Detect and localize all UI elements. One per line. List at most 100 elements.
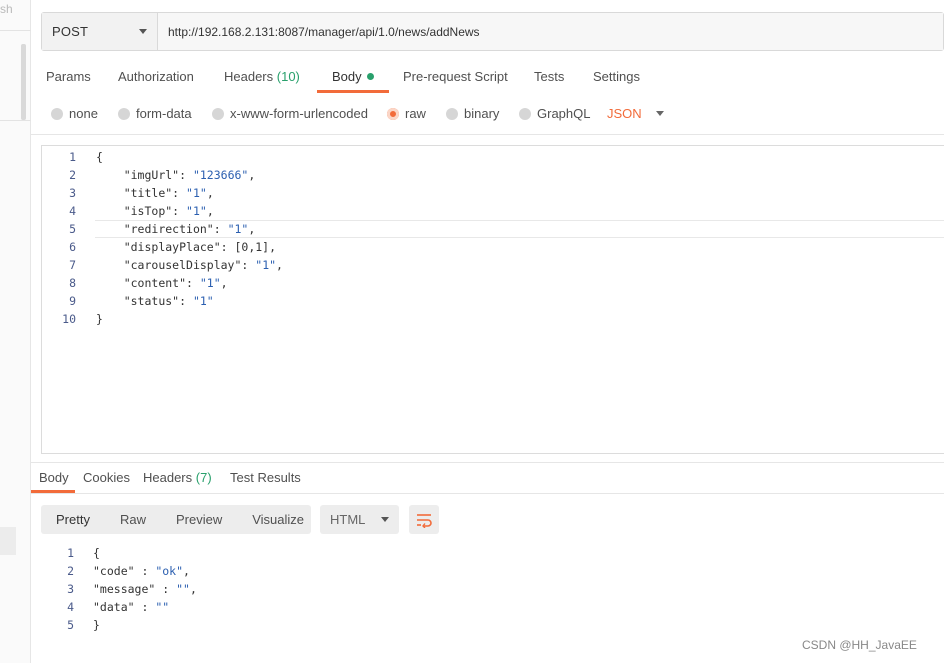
tab-authorization-label: Authorization bbox=[118, 69, 194, 84]
code-text: "code" : "ok", bbox=[93, 564, 190, 578]
radio-form-data-label: form-data bbox=[136, 106, 192, 121]
divider bbox=[31, 493, 944, 494]
sidebar-selected-item[interactable] bbox=[0, 527, 16, 555]
line-number: 2 bbox=[69, 168, 76, 182]
response-format-label: HTML bbox=[330, 512, 366, 527]
body-format-select[interactable]: JSON bbox=[607, 106, 664, 121]
code-line: 5 "redirection": "1", bbox=[42, 220, 944, 238]
tab-body[interactable]: Body bbox=[332, 69, 374, 84]
radio-raw[interactable]: raw bbox=[387, 106, 426, 121]
code-line: 1{ bbox=[42, 148, 944, 166]
body-format-label: JSON bbox=[607, 106, 642, 121]
response-body-viewer[interactable]: 1{ 2 "code" : "ok", 3 "message" : "", 4 "data"… bbox=[31, 544, 944, 639]
radio-none-label: none bbox=[69, 106, 98, 121]
code-text: "redirection": "1", bbox=[123, 222, 256, 236]
code-line: 3 "message" : "", bbox=[31, 580, 944, 598]
request-tabs: Params Authorization Headers (10) Body P… bbox=[31, 62, 944, 94]
radio-binary[interactable]: binary bbox=[446, 106, 499, 121]
sidebar-divider bbox=[0, 120, 31, 121]
response-view-modes: Pretty Raw Preview Visualize bbox=[41, 505, 311, 534]
resp-tab-cookies-label: Cookies bbox=[83, 470, 130, 485]
resp-tab-cookies[interactable]: Cookies bbox=[83, 470, 130, 485]
line-number: 5 bbox=[69, 222, 76, 236]
radio-icon bbox=[212, 107, 224, 120]
body-type-options: none form-data x-www-form-urlencoded raw… bbox=[31, 104, 944, 126]
resp-tab-headers-count: (7) bbox=[195, 470, 212, 485]
view-preview-button[interactable]: Preview bbox=[161, 512, 237, 527]
wrap-lines-button[interactable] bbox=[409, 505, 439, 534]
line-number: 2 bbox=[67, 564, 74, 578]
response-format-select[interactable]: HTML bbox=[320, 505, 399, 534]
line-number: 8 bbox=[69, 276, 76, 290]
tab-params[interactable]: Params bbox=[46, 69, 91, 84]
active-tab-underline bbox=[317, 90, 389, 93]
resp-tab-test-results[interactable]: Test Results bbox=[230, 470, 301, 485]
code-line: 5} bbox=[31, 616, 944, 634]
response-tabs: Body Cookies Headers (7) Test Results bbox=[31, 468, 944, 494]
chevron-down-icon bbox=[139, 29, 147, 34]
code-text: "title": "1", bbox=[123, 186, 214, 200]
code-text: "displayPlace": [0,1], bbox=[123, 240, 277, 254]
divider bbox=[31, 462, 944, 463]
code-line: 2 "code" : "ok", bbox=[31, 562, 944, 580]
code-line: 8 "content": "1", bbox=[42, 274, 944, 292]
code-line: 4 "data" : "" bbox=[31, 598, 944, 616]
tab-authorization[interactable]: Authorization bbox=[118, 69, 194, 84]
code-text: { bbox=[93, 546, 100, 560]
request-body-editor[interactable]: 1{2 "imgUrl": "123666", 3 "title": "1", 4 … bbox=[41, 145, 944, 454]
radio-icon bbox=[519, 107, 531, 120]
resp-tab-headers[interactable]: Headers (7) bbox=[143, 470, 212, 485]
code-text: "content": "1", bbox=[123, 276, 228, 290]
divider bbox=[31, 134, 944, 135]
line-number: 7 bbox=[69, 258, 76, 272]
tab-params-label: Params bbox=[46, 69, 91, 84]
sidebar-divider bbox=[0, 30, 31, 31]
tab-body-label: Body bbox=[332, 69, 362, 84]
radio-icon bbox=[51, 107, 63, 120]
left-sidebar: sh bbox=[0, 0, 31, 663]
radio-form-data[interactable]: form-data bbox=[118, 106, 192, 121]
line-number: 3 bbox=[69, 186, 76, 200]
wrap-lines-icon bbox=[417, 513, 432, 528]
code-text: "data" : "" bbox=[93, 600, 170, 614]
resp-tab-test-results-label: Test Results bbox=[230, 470, 301, 485]
radio-graphql[interactable]: GraphQL bbox=[519, 106, 590, 121]
line-number: 1 bbox=[69, 150, 76, 164]
tab-headers-label: Headers bbox=[224, 69, 274, 84]
radio-urlencoded-label: x-www-form-urlencoded bbox=[230, 106, 368, 121]
view-pretty-button[interactable]: Pretty bbox=[41, 512, 105, 527]
sidebar-scrollbar[interactable] bbox=[21, 44, 26, 120]
code-line: 3 "title": "1", bbox=[42, 184, 944, 202]
tab-prerequest-label: Pre-request Script bbox=[403, 69, 508, 84]
view-visualize-button[interactable]: Visualize bbox=[237, 512, 319, 527]
code-line: 1{ bbox=[31, 544, 944, 562]
tab-prerequest-script[interactable]: Pre-request Script bbox=[403, 69, 508, 84]
code-text: "carouselDisplay": "1", bbox=[123, 258, 283, 272]
method-label: POST bbox=[52, 24, 89, 39]
tab-tests[interactable]: Tests bbox=[534, 69, 564, 84]
tab-tests-label: Tests bbox=[534, 69, 565, 84]
code-line: 9 "status": "1" bbox=[42, 292, 944, 310]
watermark: CSDN @HH_JavaEE bbox=[802, 638, 917, 652]
line-number: 5 bbox=[67, 618, 74, 632]
code-text: } bbox=[93, 618, 100, 632]
line-number: 10 bbox=[62, 312, 76, 326]
line-number: 9 bbox=[69, 294, 76, 308]
tab-headers-count: (10) bbox=[276, 69, 300, 84]
code-text: "imgUrl": "123666", bbox=[123, 168, 256, 182]
radio-graphql-label: GraphQL bbox=[537, 106, 591, 121]
resp-tab-body[interactable]: Body bbox=[39, 470, 69, 485]
radio-urlencoded[interactable]: x-www-form-urlencoded bbox=[212, 106, 368, 121]
code-text: } bbox=[96, 312, 103, 326]
tab-headers[interactable]: Headers (10) bbox=[224, 69, 300, 84]
chevron-down-icon bbox=[655, 111, 664, 116]
request-url-bar: POST http://192.168.2.131:8087/manager/a… bbox=[41, 12, 944, 51]
url-input[interactable]: http://192.168.2.131:8087/manager/api/1.… bbox=[158, 13, 943, 50]
body-status-dot-icon bbox=[366, 73, 374, 81]
code-text: "isTop": "1", bbox=[123, 204, 214, 218]
method-select[interactable]: POST bbox=[42, 13, 158, 50]
view-raw-button[interactable]: Raw bbox=[105, 512, 161, 527]
code-text: { bbox=[96, 150, 103, 164]
radio-none[interactable]: none bbox=[51, 106, 98, 121]
tab-settings[interactable]: Settings bbox=[593, 69, 640, 84]
